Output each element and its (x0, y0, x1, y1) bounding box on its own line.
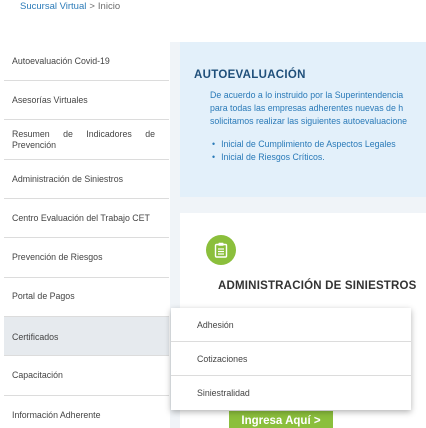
sidebar-item-resumen-indicadores[interactable]: Resumen de Indicadores de Prevención (4, 120, 169, 160)
sidebar: Autoevaluación Covid-19 Asesorías Virtua… (4, 42, 169, 428)
sidebar-item-autoevaluacion[interactable]: Autoevaluación Covid-19 (4, 42, 169, 81)
sidebar-item-label: Prevención de Riesgos (12, 252, 103, 262)
ingresa-aqui-button[interactable]: Ingresa Aquí > (229, 411, 333, 428)
sidebar-item-prevencion-riesgos[interactable]: Prevención de Riesgos (4, 238, 169, 278)
sidebar-item-label: Asesorías Virtuales (12, 95, 88, 105)
sidebar-item-label: Capacitación (12, 370, 63, 380)
menu-item-label: Siniestralidad (197, 388, 250, 398)
clipboard-icon (206, 235, 236, 265)
breadcrumb: Sucursal Virtual > Inicio (20, 1, 120, 12)
breadcrumb-current: Inicio (97, 1, 121, 12)
certificados-dropdown-menu: Adhesión Cotizaciones Siniestralidad (171, 308, 411, 410)
menu-item-adhesion[interactable]: Adhesión (171, 308, 411, 342)
autoevaluacion-panel: AUTOEVALUACIÓN De acuerdo a lo instruido… (180, 42, 426, 197)
sidebar-item-capacitacion[interactable]: Capacitación (4, 356, 169, 396)
link-cumplimiento-aspectos-legales[interactable]: Inicial de Cumplimiento de Aspectos Lega… (212, 138, 396, 151)
sidebar-item-label: Autoevaluación Covid-19 (12, 56, 110, 66)
sidebar-item-label: Resumen de Indicadores de Prevención (12, 129, 155, 150)
card-title: ADMINISTRACIÓN DE SINIESTROS (218, 280, 417, 292)
sidebar-item-cet[interactable]: Centro Evaluación del Trabajo CET (4, 199, 169, 238)
sidebar-item-label: Administración de Siniestros (12, 174, 123, 184)
link-riesgos-criticos[interactable]: Inicial de Riesgos Críticos. (212, 151, 396, 164)
autoevaluacion-links: Inicial de Cumplimiento de Aspectos Lega… (212, 138, 396, 164)
autoevaluacion-description: De acuerdo a lo instruido por la Superin… (210, 89, 426, 128)
sidebar-item-informacion-adherente[interactable]: Información Adherente (4, 396, 169, 428)
sidebar-item-portal-pagos[interactable]: Portal de Pagos (4, 278, 169, 317)
autoevaluacion-text-line: para todas las empresas adherentes nueva… (210, 103, 404, 113)
menu-item-siniestralidad[interactable]: Siniestralidad (171, 376, 411, 410)
breadcrumb-link-sucursal-virtual[interactable]: Sucursal Virtual (20, 1, 86, 12)
sidebar-item-label: Información Adherente (12, 410, 101, 420)
menu-item-label: Cotizaciones (197, 354, 248, 364)
sidebar-item-label: Portal de Pagos (12, 291, 75, 301)
breadcrumb-separator: > (89, 1, 95, 12)
sidebar-item-administracion-siniestros[interactable]: Administración de Siniestros (4, 160, 169, 199)
autoevaluacion-text-line: solicitamos realizar las siguientes auto… (210, 116, 408, 126)
menu-item-cotizaciones[interactable]: Cotizaciones (171, 342, 411, 376)
sidebar-item-certificados[interactable]: Certificados (4, 317, 169, 356)
autoevaluacion-text-line: De acuerdo a lo instruido por la Superin… (210, 90, 404, 100)
sidebar-item-label: Centro Evaluación del Trabajo CET (12, 213, 150, 223)
sidebar-item-asesorias[interactable]: Asesorías Virtuales (4, 81, 169, 120)
menu-item-label: Adhesión (197, 320, 234, 330)
autoevaluacion-title: AUTOEVALUACIÓN (194, 69, 306, 81)
sidebar-item-label: Certificados (12, 332, 59, 342)
